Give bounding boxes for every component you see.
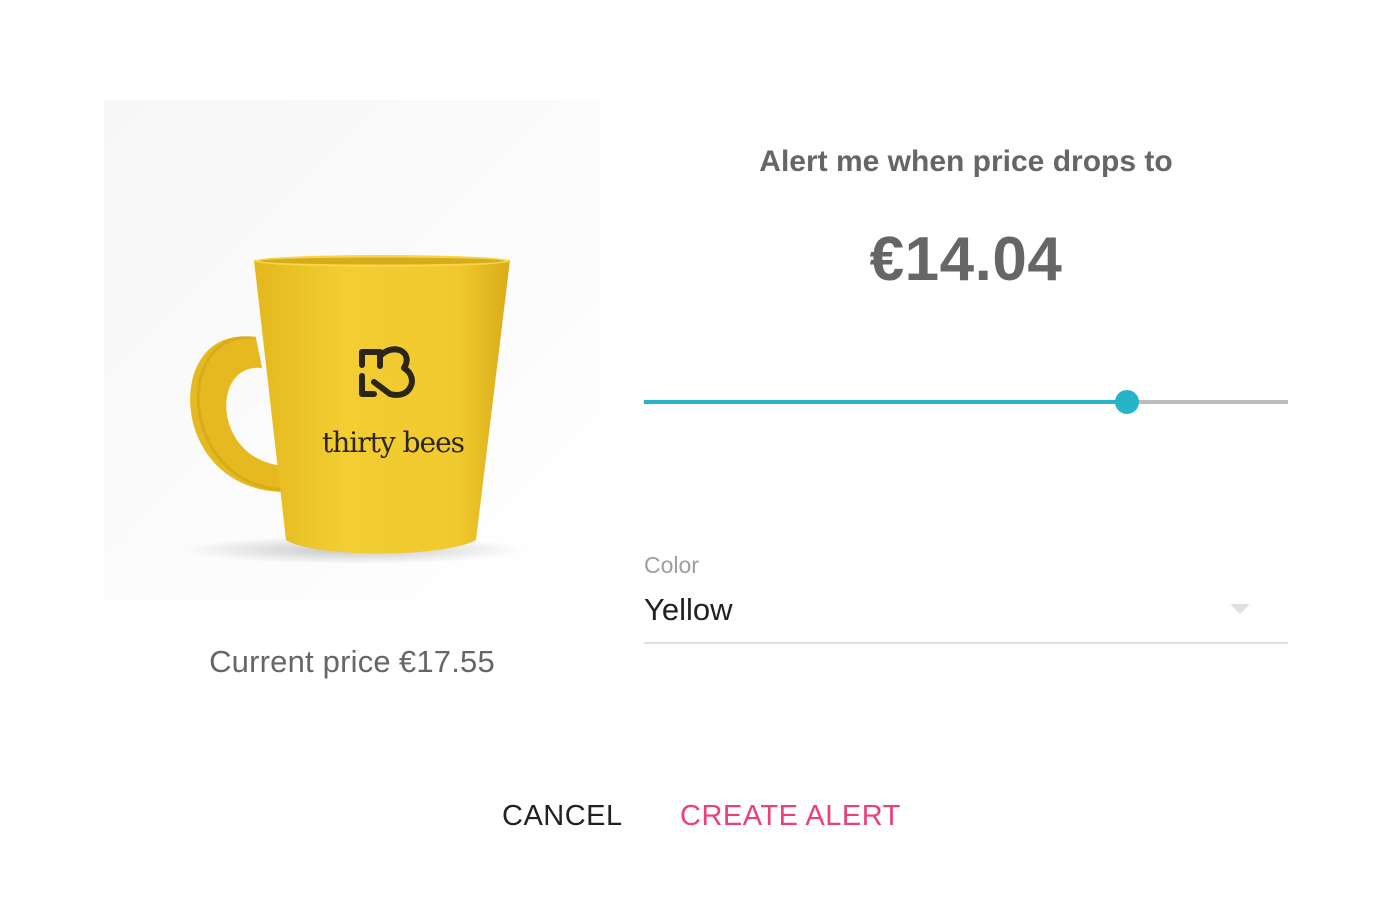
- price-alert-dialog: thirty bees Current price €17.55 Alert me…: [0, 0, 1392, 910]
- current-price-label: Current price: [209, 644, 391, 679]
- color-select-value: Yellow: [644, 592, 733, 627]
- mug-illustration: thirty bees: [104, 100, 600, 600]
- current-price-value: €17.55: [398, 644, 495, 679]
- dropdown-caret-icon: [1230, 604, 1250, 614]
- price-slider[interactable]: [644, 386, 1288, 418]
- current-price: Current price €17.55: [104, 644, 600, 680]
- slider-fill: [644, 400, 1127, 404]
- product-image: thirty bees: [104, 100, 600, 600]
- cancel-button[interactable]: CANCEL: [502, 800, 623, 833]
- slider-thumb[interactable]: [1115, 390, 1139, 414]
- create-alert-button[interactable]: CREATE ALERT: [680, 800, 901, 833]
- alert-heading: Alert me when price drops to: [759, 145, 1173, 178]
- color-field-label: Color: [644, 552, 699, 578]
- brand-text: thirty bees: [322, 426, 464, 459]
- color-select[interactable]: Yellow: [644, 590, 1288, 644]
- target-price-display: €14.04: [869, 225, 1063, 294]
